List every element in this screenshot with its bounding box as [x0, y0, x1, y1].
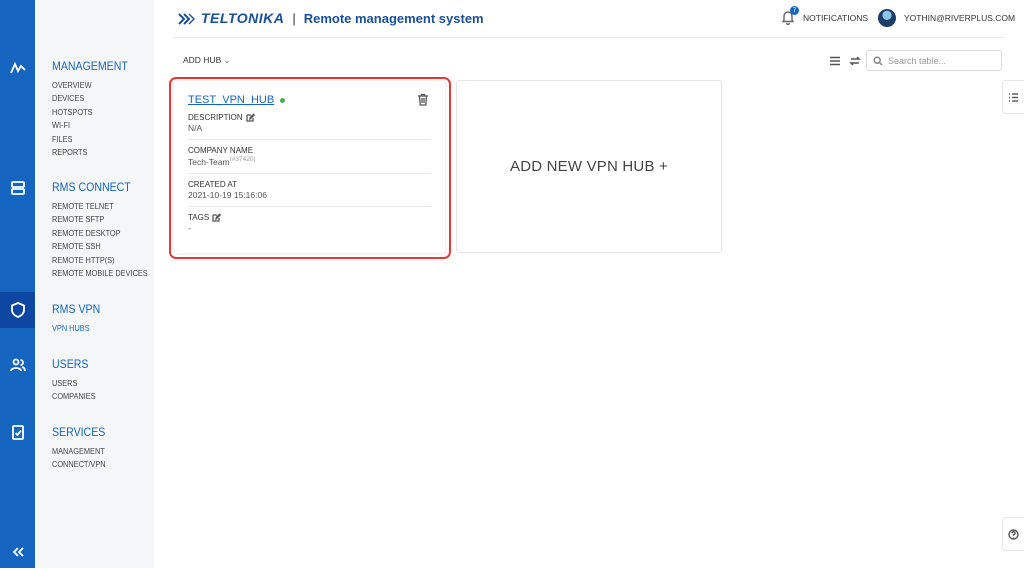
- nav-item-remote-mobile-devices[interactable]: REMOTE MOBILE DEVICES: [52, 267, 148, 280]
- nav-section-rms-connect: RMS CONNECT REMOTE TELNET REMOTE SFTP RE…: [52, 182, 156, 280]
- search-icon: [873, 55, 883, 66]
- tags-label: TAGS: [188, 212, 210, 222]
- created-label: CREATED AT: [188, 179, 238, 189]
- header-divider: [174, 37, 1004, 38]
- nav-item-connect-vpn[interactable]: CONNECT/VPN: [52, 458, 106, 471]
- notification-count-badge: 7: [790, 6, 799, 15]
- nav-heading[interactable]: MANAGEMENT: [52, 61, 128, 73]
- online-status-dot: [280, 97, 286, 103]
- edit-icon[interactable]: [246, 113, 255, 122]
- vpn-hub-card: TEST_VPN_HUB DESCRIPTION N/A COMPANY NAM…: [174, 81, 445, 253]
- notifications-label: NOTIFICATIONS: [803, 13, 869, 23]
- company-label: COMPANY NAME: [188, 146, 254, 155]
- created-value: 2021-10-19 15:16:06: [188, 189, 267, 200]
- logo-text: TELTONIKA: [201, 10, 285, 26]
- company-id: (#37420): [229, 156, 256, 163]
- shield-icon[interactable]: [0, 292, 39, 328]
- add-hub-dropdown[interactable]: ADD HUB ⌄: [183, 55, 230, 65]
- users-icon[interactable]: [0, 347, 35, 383]
- search-input[interactable]: [888, 55, 998, 66]
- nav-section-management: MANAGEMENT OVERVIEW DEVICES HOTSPOTS WI-…: [52, 61, 134, 159]
- description-label: DESCRIPTION: [188, 113, 243, 122]
- nav-item-reports[interactable]: REPORTS: [52, 146, 128, 159]
- server-icon[interactable]: [0, 170, 35, 206]
- nav-item-services-management[interactable]: MANAGEMENT: [52, 445, 106, 458]
- app-title: Remote management system: [303, 10, 484, 26]
- add-new-vpn-hub-button[interactable]: ADD NEW VPN HUB +: [456, 80, 722, 253]
- chevron-down-icon: ⌄: [223, 56, 231, 65]
- nav-item-devices[interactable]: DEVICES: [52, 92, 128, 105]
- nav-item-overview[interactable]: OVERVIEW: [52, 79, 128, 92]
- teltonika-logo-icon: [178, 12, 200, 25]
- list-icon: [1009, 92, 1018, 102]
- add-hub-label: ADD HUB: [183, 55, 222, 65]
- tags-field: TAGS -: [188, 207, 431, 239]
- nav-item-vpn-hubs[interactable]: VPN HUBS: [52, 322, 100, 335]
- nav-item-remote-ssh[interactable]: REMOTE SSH: [52, 240, 148, 253]
- nav-item-remote-sftp[interactable]: REMOTE SFTP: [52, 213, 148, 226]
- icon-rail: [0, 0, 39, 570]
- nav-item-remote-https[interactable]: REMOTE HTTP(S): [52, 254, 148, 267]
- nav-item-hotspots[interactable]: HOTSPOTS: [52, 106, 128, 119]
- user-menu[interactable]: YOTHIN@RIVERPLUS.COM: [878, 9, 1015, 27]
- add-new-vpn-hub-label: ADD NEW VPN HUB +: [509, 158, 668, 175]
- nav-section-rms-vpn: RMS VPN VPN HUBS: [52, 304, 104, 335]
- nav-heading[interactable]: SERVICES: [52, 427, 106, 439]
- clipboard-check-icon[interactable]: [0, 414, 35, 450]
- nav-section-services: SERVICES MANAGEMENT CONNECT/VPN: [52, 427, 110, 472]
- activity-icon[interactable]: [0, 50, 35, 86]
- nav-heading[interactable]: RMS VPN: [52, 304, 100, 316]
- nav-item-files[interactable]: FILES: [52, 133, 128, 146]
- help-icon: [1008, 528, 1019, 540]
- collapse-icon[interactable]: [0, 534, 35, 570]
- hub-name-link[interactable]: TEST_VPN_HUB: [188, 94, 274, 106]
- nav-item-companies[interactable]: COMPANIES: [52, 390, 96, 403]
- tags-value: -: [188, 222, 191, 233]
- company-value: Tech-Team: [188, 156, 230, 167]
- side-panel-toggle[interactable]: [1002, 80, 1024, 114]
- help-button[interactable]: [1002, 517, 1024, 551]
- search-box: [866, 50, 1002, 71]
- nav-item-remote-desktop[interactable]: REMOTE DESKTOP: [52, 227, 148, 240]
- nav-sidebar: MANAGEMENT OVERVIEW DEVICES HOTSPOTS WI-…: [35, 0, 154, 568]
- user-email: YOTHIN@RIVERPLUS.COM: [904, 13, 1016, 23]
- avatar: [878, 9, 896, 27]
- description-value: N/A: [188, 123, 203, 133]
- nav-heading[interactable]: RMS CONNECT: [52, 182, 148, 194]
- nav-section-users: USERS USERS COMPANIES: [52, 359, 99, 404]
- refresh-icon[interactable]: [848, 54, 862, 68]
- logo[interactable]: TELTONIKA | Remote management system: [178, 10, 484, 26]
- nav-heading[interactable]: USERS: [52, 359, 96, 371]
- nav-item-remote-telnet[interactable]: REMOTE TELNET: [52, 200, 148, 213]
- company-field: COMPANY NAME Tech-Team(#37420): [188, 140, 431, 174]
- card-header: TEST_VPN_HUB: [188, 93, 431, 107]
- list-view-icon[interactable]: [828, 54, 842, 68]
- header: TELTONIKA | Remote management system 7 N…: [154, 0, 1024, 38]
- logo-separator: |: [292, 10, 296, 26]
- trash-icon[interactable]: [417, 93, 429, 106]
- notifications-button[interactable]: 7 NOTIFICATIONS: [780, 6, 869, 27]
- created-field: CREATED AT 2021-10-19 15:16:06: [188, 174, 431, 207]
- description-field: DESCRIPTION N/A: [188, 107, 431, 140]
- bell-icon: 7: [780, 6, 799, 27]
- nav-item-users[interactable]: USERS: [52, 377, 96, 390]
- nav-item-wifi[interactable]: WI-FI: [52, 119, 128, 132]
- edit-icon[interactable]: [212, 213, 222, 222]
